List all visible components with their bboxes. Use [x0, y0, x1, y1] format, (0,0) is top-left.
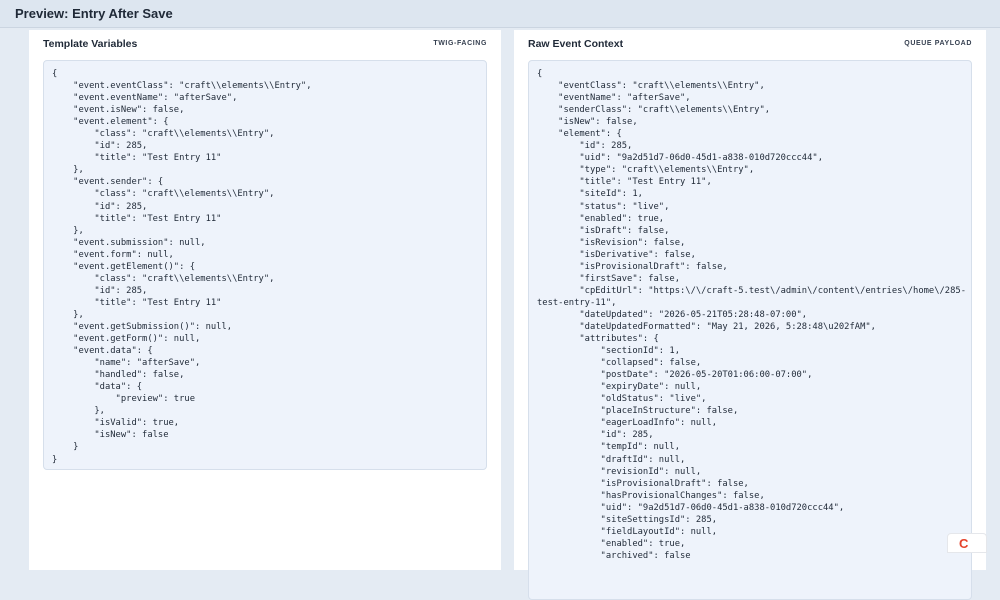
craft-logo-icon[interactable]: C [947, 533, 987, 553]
template-variables-panel: Template Variables TWIG-FACING { "event.… [29, 30, 501, 570]
panel-title: Template Variables [43, 38, 138, 50]
window-titlebar: Preview: Entry After Save [0, 0, 1000, 28]
panel-header: Raw Event Context QUEUE PAYLOAD [528, 38, 972, 54]
panel-header: Template Variables TWIG-FACING [43, 38, 487, 54]
window-title: Preview: Entry After Save [15, 6, 173, 21]
code-text[interactable]: { "eventClass": "craft\\elements\\Entry"… [529, 61, 971, 569]
raw-event-context-code-block[interactable]: { "eventClass": "craft\\elements\\Entry"… [528, 60, 972, 600]
panel-title: Raw Event Context [528, 38, 624, 50]
raw-event-context-panel: Raw Event Context QUEUE PAYLOAD { "event… [514, 30, 986, 600]
craft-logo-letter: C [959, 536, 969, 551]
code-text[interactable]: { "event.eventClass": "craft\\elements\\… [44, 61, 486, 469]
panel-tag: TWIG-FACING [433, 40, 487, 47]
panel-tag: QUEUE PAYLOAD [904, 40, 972, 47]
template-variables-code-block[interactable]: { "event.eventClass": "craft\\elements\\… [43, 60, 487, 470]
